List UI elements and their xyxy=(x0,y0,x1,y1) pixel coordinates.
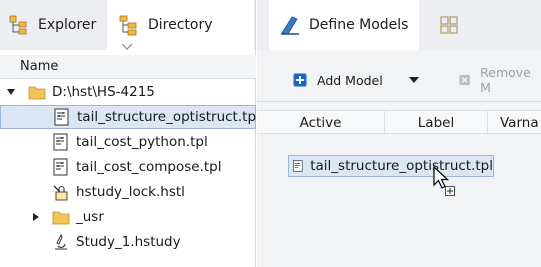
tpl-file-icon xyxy=(53,158,68,176)
tree-item-file[interactable]: tail_cost_compose.tpl xyxy=(0,155,256,179)
tree-item-label: _usr xyxy=(76,209,104,225)
add-model-button[interactable]: Add Model xyxy=(293,68,383,92)
column-label[interactable]: Label xyxy=(385,111,488,135)
drag-preview: tail_structure_optistruct.tpl xyxy=(288,155,494,177)
folder-icon xyxy=(52,211,70,225)
tree-item-label: tail_structure_optistruct.tpl xyxy=(77,109,260,125)
lock-file-icon xyxy=(53,185,68,201)
right-tabbar: Define Models xyxy=(257,0,541,50)
tab-explorer[interactable]: Explorer xyxy=(0,0,107,50)
chevron-down-icon[interactable] xyxy=(121,43,133,51)
tpl-file-icon xyxy=(54,108,69,126)
remove-model-button[interactable]: Remove M xyxy=(459,65,541,95)
add-model-label: Add Model xyxy=(317,72,383,88)
tpl-file-icon xyxy=(53,133,68,151)
column-active[interactable]: Active xyxy=(257,111,385,135)
collapsed-arrow-icon[interactable] xyxy=(31,212,41,222)
tree-item-label: hstudy_lock.hstl xyxy=(76,184,185,200)
column-active-label: Active xyxy=(299,115,342,131)
tab-define-models[interactable]: Define Models xyxy=(269,0,419,50)
tab-directory-label: Directory xyxy=(148,17,213,33)
column-varname[interactable]: Varna xyxy=(488,111,541,135)
tree-item-selected-file[interactable]: tail_structure_optistruct.tpl xyxy=(0,105,260,129)
remove-icon xyxy=(459,74,470,86)
column-label-label: Label xyxy=(417,115,455,131)
directory-panel: Explorer Directory Name D:\hst\HS-4215 t… xyxy=(0,0,260,267)
tree-item-label: Study_1.hstudy xyxy=(76,234,181,250)
tree-item-label: D:\hst\HS-4215 xyxy=(52,84,155,100)
name-column-label: Name xyxy=(20,59,59,74)
tree-item-label: tail_cost_python.tpl xyxy=(76,134,208,150)
expanded-arrow-icon[interactable] xyxy=(6,87,16,97)
caret-down-icon xyxy=(409,77,419,83)
tree-item-root-folder[interactable]: D:\hst\HS-4215 xyxy=(0,80,256,104)
left-tabbar: Explorer Directory xyxy=(0,0,255,50)
folder-icon xyxy=(28,86,46,100)
drag-preview-label: tail_structure_optistruct.tpl xyxy=(310,158,493,174)
column-varname-label: Varna xyxy=(500,115,539,131)
models-toolbar: Add Model Remove M xyxy=(257,56,541,102)
remove-model-label: Remove M xyxy=(480,65,531,95)
drag-copy-plus-icon xyxy=(445,186,455,196)
define-models-icon xyxy=(279,14,301,36)
explorer-icon xyxy=(8,14,30,36)
tree-item-file[interactable]: tail_cost_python.tpl xyxy=(0,130,256,154)
define-models-panel: Define Models Add Model Remove M Active … xyxy=(257,0,541,267)
tree-column-header[interactable]: Name xyxy=(0,55,256,79)
tab-explorer-label: Explorer xyxy=(38,17,97,33)
tab-grid-view[interactable] xyxy=(429,0,469,50)
plus-icon xyxy=(293,73,307,87)
tab-define-models-label: Define Models xyxy=(309,17,409,33)
models-table-header: Active Label Varna xyxy=(257,110,541,135)
tree-item-label: tail_cost_compose.tpl xyxy=(76,159,222,175)
tree-item-study-file[interactable]: Study_1.hstudy xyxy=(0,230,256,254)
add-model-dropdown[interactable] xyxy=(409,68,419,92)
tree-item-lock-file[interactable]: hstudy_lock.hstl xyxy=(0,180,256,204)
tree-item-usr-folder[interactable]: _usr xyxy=(0,205,256,229)
directory-icon xyxy=(118,14,140,36)
grid-view-icon xyxy=(438,14,460,36)
tpl-file-icon xyxy=(293,160,303,172)
study-file-icon xyxy=(55,233,67,250)
